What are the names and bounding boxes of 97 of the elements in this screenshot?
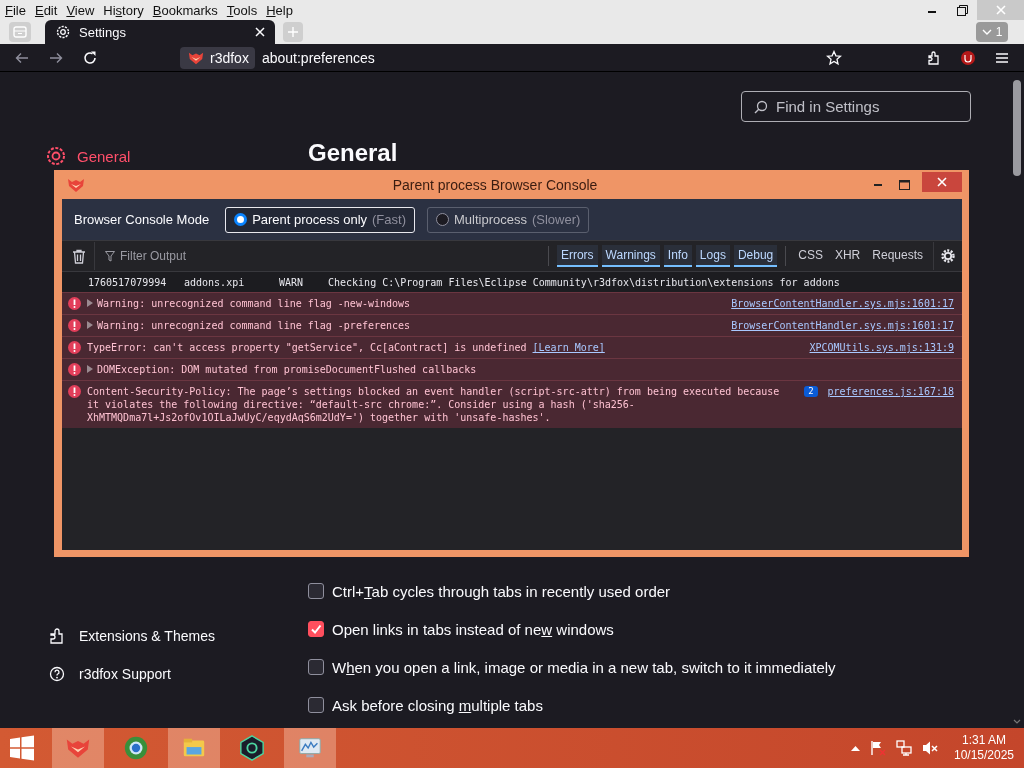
clock-time: 1:31 AM	[962, 733, 1006, 748]
check-icon	[310, 623, 322, 635]
maximize-icon	[899, 179, 910, 190]
extensions-icon	[926, 49, 942, 66]
error-message: Warning: unrecognized command line flag -preferences	[97, 319, 412, 332]
error-message: DOMException: DOM mutated from promiseDocumentFlushed callbacks	[97, 363, 478, 376]
menu-item[interactable]: Bookmarks	[147, 2, 222, 18]
error-icon	[68, 297, 81, 310]
speaker-muted-icon[interactable]	[922, 740, 938, 756]
help-icon	[49, 666, 65, 682]
checkbox[interactable]	[308, 697, 324, 713]
option-hint: (Fast)	[372, 212, 406, 227]
option-label: Ask before closing multiple tabs	[332, 696, 543, 714]
close-icon	[995, 5, 1006, 15]
gear-icon	[55, 24, 71, 40]
filter-button[interactable]: CSS	[794, 245, 827, 267]
error-message: Warning: unrecognized command line flag -new-windows	[97, 297, 412, 310]
log-message: Checking C:\Program Files\Eclipse Community\r3dfox\distribution\extensions for addons	[328, 275, 840, 289]
sidebar-link[interactable]: r3dfox Support	[45, 662, 308, 686]
close-icon	[937, 176, 947, 187]
scroll-thumb[interactable]	[1013, 80, 1021, 176]
caret-up-icon[interactable]	[851, 745, 860, 751]
menu-item[interactable]: View	[61, 2, 99, 18]
menu-item[interactable]: Edit	[29, 2, 62, 18]
hexagon-icon	[238, 735, 266, 761]
learn-more-link[interactable]: [Learn More]	[532, 342, 605, 353]
expand-arrow-icon[interactable]	[87, 365, 93, 373]
filter-button[interactable]: Info	[663, 245, 692, 267]
mode-label: Browser Console Mode	[74, 212, 210, 227]
log-level: WARN	[279, 275, 305, 289]
puzzle-icon	[49, 628, 65, 644]
checkbox[interactable]	[308, 621, 324, 637]
bookmark-icon	[826, 49, 842, 66]
settings-icon	[940, 248, 956, 264]
browser-tab[interactable]: Settings	[45, 20, 275, 44]
search-field[interactable]: Find in Settings	[741, 91, 971, 122]
menu-item[interactable]: History	[98, 2, 148, 18]
flag-icon[interactable]	[870, 740, 886, 756]
error-icon	[68, 385, 81, 398]
error-icon	[68, 363, 81, 376]
error-message: Content-Security-Policy: The page’s settings blocked an event handler (script-src-attr) from being executed because it violates the following directive: “default-src chrome:”. Consider using a hash ('sha256-XhMTMQDma7l+Js2ofOv1OILaJwUyC/eqydAqS6m2UdY=') together with 'unsafe-hashes'.	[87, 385, 781, 424]
trash-icon	[72, 248, 86, 264]
checkbox[interactable]	[308, 583, 324, 599]
tray-icon	[13, 26, 27, 38]
radio-option[interactable]: Multiprocess (Slower)	[427, 206, 590, 233]
filter-button[interactable]: Errors	[556, 245, 598, 267]
plus-icon	[287, 26, 299, 38]
filter-field[interactable]: Filter Output	[95, 242, 542, 270]
sidebar-link[interactable]: Extensions & Themes	[45, 624, 308, 648]
error-message: TypeError: can't access property "getService", Cc[aContract] is undefined [Learn More]	[87, 341, 606, 354]
option-hint: (Slower)	[531, 212, 581, 227]
expand-arrow-icon[interactable]	[87, 299, 93, 307]
filter-button[interactable]: Warnings	[601, 245, 660, 267]
checkbox[interactable]	[308, 659, 324, 675]
log-source: addons.xpi	[184, 275, 246, 289]
error-icon	[68, 319, 81, 332]
restore-icon	[956, 4, 968, 16]
filter-button[interactable]: Requests	[868, 245, 927, 267]
globe-icon	[122, 735, 150, 761]
chevron-down-icon[interactable]	[1013, 719, 1021, 724]
page-heading: General	[308, 138, 398, 168]
search-icon	[754, 99, 768, 114]
expand-arrow-icon[interactable]	[87, 321, 93, 329]
gear-icon	[45, 145, 67, 167]
menu-item[interactable]: Help	[261, 2, 297, 18]
address-field[interactable]: about:preferences	[261, 49, 814, 66]
filter-icon	[105, 250, 115, 262]
source-link[interactable]: BrowserContentHandler.sys.mjs:1601:17	[731, 319, 954, 332]
window-title: Parent process Browser Console	[391, 176, 599, 193]
repeat-count: 2	[804, 386, 818, 397]
radio-button[interactable]	[234, 213, 248, 226]
tab-title: Settings	[79, 24, 127, 40]
source-link[interactable]: BrowserContentHandler.sys.mjs:1601:17	[731, 297, 954, 310]
clock-date: 10/15/2025	[953, 748, 1015, 763]
radio-button[interactable]	[436, 213, 449, 226]
menu-item[interactable]: Tools	[221, 2, 262, 18]
sidebar-item[interactable]: General	[45, 144, 131, 168]
identity-chip[interactable]: r3dfox	[180, 46, 255, 69]
option-label: When you open a link, image or media in a new tab, switch to it immediately	[332, 658, 836, 676]
filter-button[interactable]: Logs	[695, 245, 730, 267]
menu-item[interactable]: File	[0, 2, 30, 18]
filter-button[interactable]: XHR	[830, 245, 865, 267]
minimize-icon	[873, 183, 882, 186]
close-icon[interactable]	[255, 27, 265, 37]
chevron-down-icon	[981, 29, 992, 35]
filter-button[interactable]: Debug	[733, 245, 778, 267]
source-link[interactable]: preferences.js:167:18	[827, 385, 954, 398]
error-icon	[68, 341, 81, 354]
reload-icon	[82, 49, 98, 66]
radio-option[interactable]: Parent process only (Fast)	[225, 206, 415, 233]
option-label: Open links in tabs instead of new windows	[332, 620, 614, 638]
windows-icon	[8, 734, 36, 762]
network-icon[interactable]	[896, 740, 912, 756]
clock[interactable]: 1:31 AM 10/15/2025	[952, 733, 1016, 763]
source-link[interactable]: XPCOMUtils.sys.mjs:131:9	[809, 341, 954, 354]
log-timestamp: 1760517079994	[88, 275, 168, 289]
option-label: Ctrl+Tab cycles through tabs in recently used order	[332, 582, 671, 600]
